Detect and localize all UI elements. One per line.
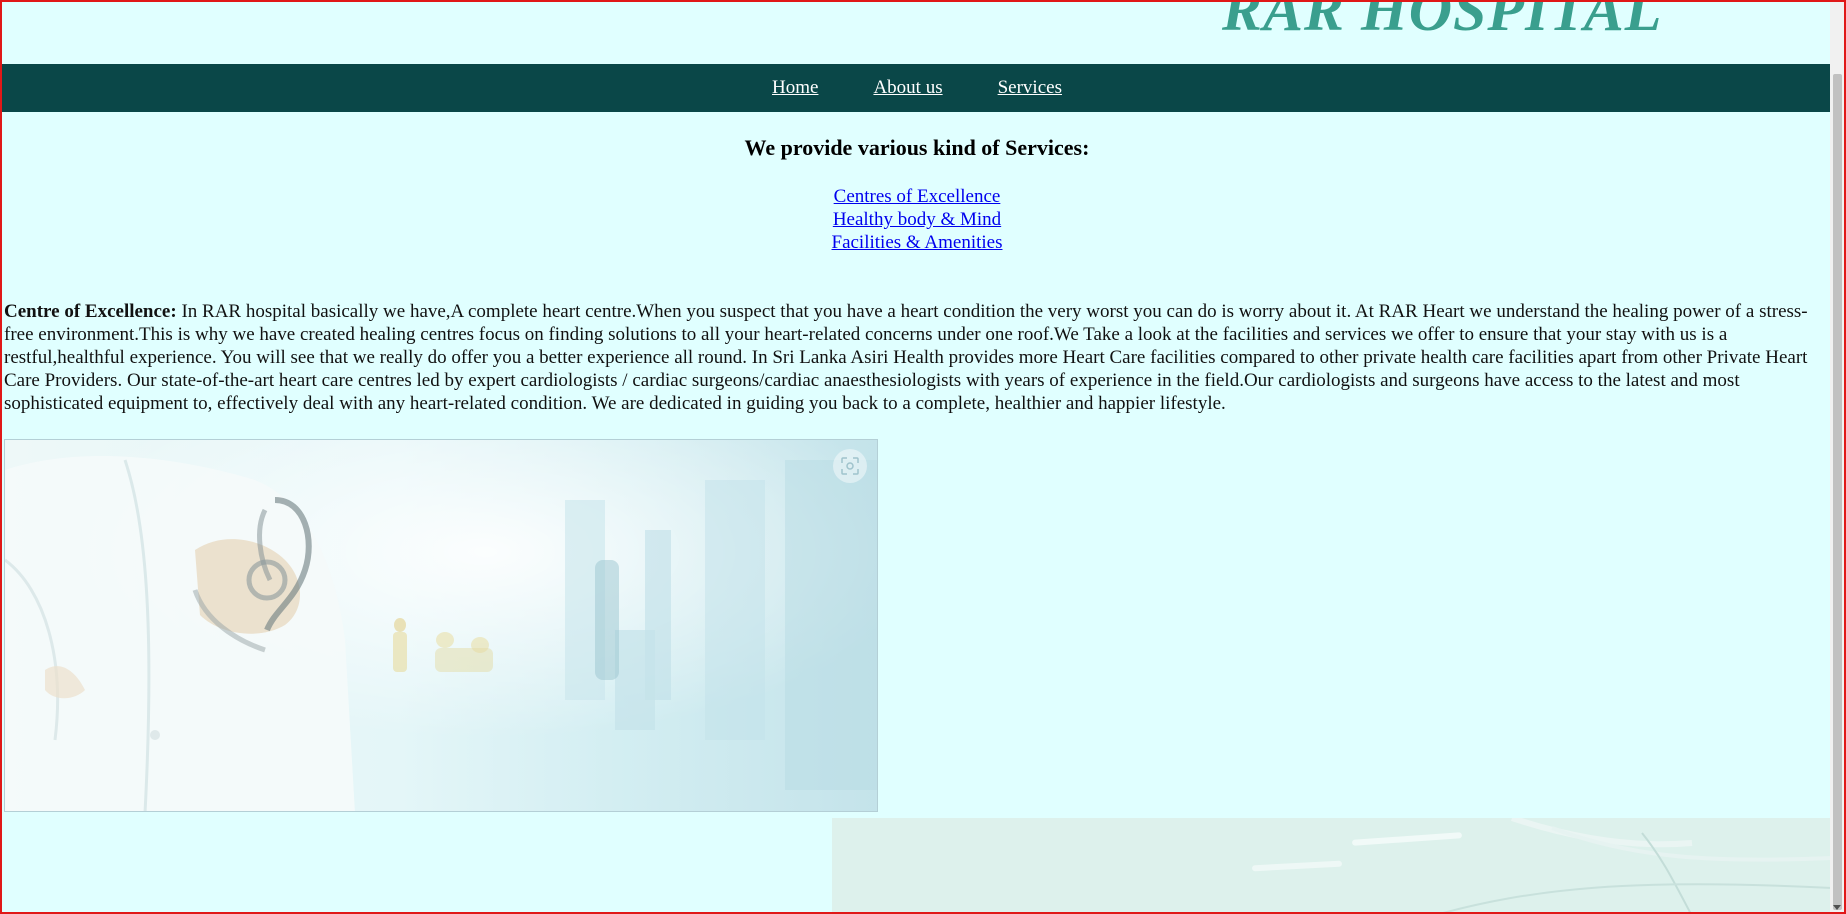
facilities-amenities-link[interactable]: Facilities & Amenities — [832, 231, 1003, 254]
centres-of-excellence-link[interactable]: Centres of Excellence — [834, 185, 1001, 208]
nav-home-link[interactable]: Home — [772, 77, 818, 99]
paragraph-lead: Centre of Excellence: — [4, 301, 177, 322]
centre-of-excellence-paragraph: Centre of Excellence: In RAR hospital ba… — [4, 300, 1816, 415]
scrollbar-thumb[interactable] — [1833, 74, 1842, 910]
nav-about-link[interactable]: About us — [873, 77, 942, 99]
main-nav: Home About us Services — [2, 64, 1832, 112]
services-heading: We provide various kind of Services: — [744, 135, 1090, 160]
page-scrollbar[interactable] — [1830, 2, 1844, 912]
image-search-icon[interactable] — [833, 449, 867, 483]
service-links-list: Centres of Excellence Healthy body & Min… — [2, 185, 1832, 254]
browser-viewport: RAR HOSPITAL Home About us Services We p… — [0, 0, 1846, 914]
site-title: RAR HOSPITAL — [1222, 2, 1663, 43]
hospital-ceiling-illustration — [832, 818, 1832, 912]
paragraph-body: In RAR hospital basically we have,A comp… — [4, 301, 1808, 414]
doctor-corridor-photo — [4, 439, 878, 812]
page: RAR HOSPITAL Home About us Services We p… — [2, 2, 1832, 912]
healthy-body-mind-link[interactable]: Healthy body & Mind — [833, 208, 1001, 231]
nav-services-link[interactable]: Services — [998, 77, 1062, 99]
scroll-down-arrow-icon[interactable] — [1833, 905, 1841, 910]
hospital-ceiling-photo — [832, 818, 1832, 912]
doctor-corridor-illustration — [5, 440, 877, 811]
